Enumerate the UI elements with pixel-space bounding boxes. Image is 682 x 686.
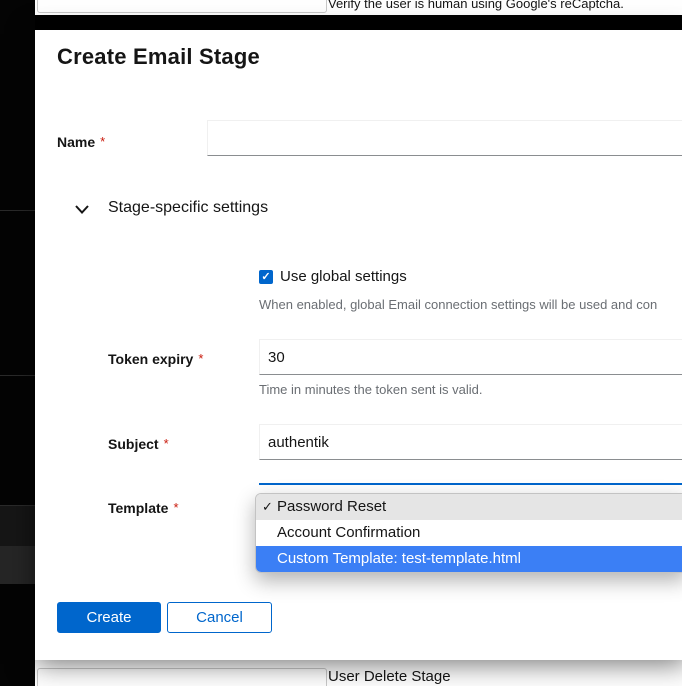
token-expiry-label-text: Token expiry — [108, 351, 193, 367]
background-row-text: Verify the user is human using Google's … — [328, 0, 624, 11]
name-label: Name * — [57, 134, 105, 150]
template-dropdown-menu: ✓ Password Reset Account Confirmation Cu… — [255, 493, 682, 573]
token-expiry-input[interactable] — [259, 339, 682, 375]
use-global-help-text: When enabled, global Email connection se… — [259, 297, 682, 312]
name-input[interactable] — [207, 120, 682, 156]
sidebar-item-active — [0, 546, 35, 584]
use-global-settings-checkbox[interactable]: ✓ — [259, 270, 273, 284]
name-label-text: Name — [57, 134, 95, 150]
dropdown-option-password-reset[interactable]: ✓ Password Reset — [256, 494, 682, 520]
subject-label-text: Subject — [108, 436, 159, 452]
subject-input[interactable] — [259, 424, 682, 460]
background-row-box — [37, 668, 327, 686]
required-asterisk: * — [173, 500, 178, 515]
required-asterisk: * — [198, 351, 203, 366]
screen: Verify the user is human using Google's … — [0, 0, 682, 686]
create-button[interactable]: Create — [57, 602, 161, 633]
use-global-settings-label[interactable]: Use global settings — [280, 268, 407, 285]
background-table-row-top: Verify the user is human using Google's … — [35, 0, 682, 15]
create-email-stage-modal: Create Email Stage Name * Stage-specific … — [35, 30, 682, 660]
chevron-down-icon — [75, 205, 89, 214]
modal-title: Create Email Stage — [57, 44, 260, 70]
option-label: Custom Template: test-template.html — [277, 550, 521, 567]
option-label: Account Confirmation — [277, 524, 420, 541]
sidebar-item-row — [0, 505, 35, 546]
stage-settings-toggle[interactable]: Stage-specific settings — [71, 196, 321, 222]
background-row-text: User Delete Stage — [328, 668, 451, 685]
template-select[interactable] — [259, 483, 682, 485]
required-asterisk: * — [164, 436, 169, 451]
dropdown-option-account-confirmation[interactable]: Account Confirmation — [256, 520, 682, 546]
background-row-box — [37, 0, 327, 13]
template-label: Template * — [108, 500, 179, 516]
required-asterisk: * — [100, 134, 105, 149]
cancel-button[interactable]: Cancel — [167, 602, 272, 633]
subject-label: Subject * — [108, 436, 169, 452]
section-title: Stage-specific settings — [108, 199, 268, 217]
sidebar-divider — [0, 375, 35, 376]
option-label: Password Reset — [277, 498, 386, 515]
token-expiry-help-text: Time in minutes the token sent is valid. — [259, 382, 483, 397]
token-expiry-label: Token expiry * — [108, 351, 203, 367]
background-table-row-bottom: User Delete Stage — [35, 660, 682, 686]
checkmark-icon: ✓ — [259, 270, 273, 284]
template-label-text: Template — [108, 500, 168, 516]
checkmark-icon: ✓ — [262, 494, 273, 520]
sidebar-divider — [0, 210, 35, 211]
sidebar — [0, 0, 35, 686]
dropdown-option-custom-template[interactable]: Custom Template: test-template.html — [256, 546, 682, 572]
